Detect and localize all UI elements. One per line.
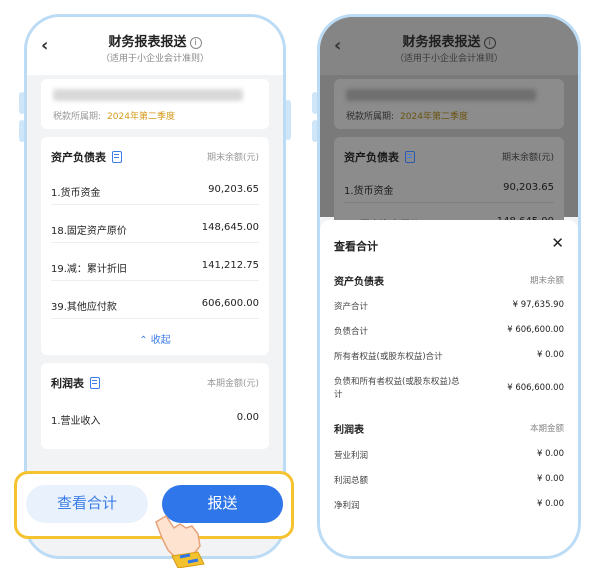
- row-label: 1.货币资金: [51, 188, 101, 199]
- list-item: 营业利润 ¥ 0.00: [334, 446, 564, 466]
- company-card: 税款所属期: 2024年第二季度: [41, 79, 269, 129]
- item-label: 营业利润: [334, 451, 369, 461]
- list-item: 净利润 ¥ 0.00: [334, 496, 564, 516]
- tax-period: 税款所属期: 2024年第二季度: [53, 109, 175, 122]
- dimmed-background[interactable]: ‹ 财务报表报送 i （适用于小企业会计准则） 税款所属期: 2024年第二季度 资…: [320, 17, 578, 237]
- item-value: ¥ 606,600.00: [507, 383, 564, 393]
- item-label: 资产合计: [334, 302, 369, 312]
- tax-period: 税款所属期: 2024年第二季度: [346, 109, 468, 122]
- page-subtitle: （适用于小企业会计准则）: [100, 54, 209, 64]
- balance-sheet-title-text: 资产负债表: [344, 151, 399, 164]
- row-label: 19.减：累计折旧: [51, 264, 127, 275]
- item-label: 负债和所有者权益(或股东权益)总计: [334, 377, 460, 400]
- phone-screen-right: ‹ 财务报表报送 i （适用于小企业会计准则） 税款所属期: 2024年第二季度 资…: [317, 14, 581, 559]
- table-row[interactable]: 19.减：累计折旧 141,212.75: [51, 251, 259, 281]
- item-value: ¥ 97,635.90: [512, 300, 564, 310]
- close-icon[interactable]: ✕: [551, 234, 564, 252]
- pointing-hand-icon: [155, 514, 205, 568]
- list-item: 负债合计 ¥ 606,600.00: [334, 322, 564, 342]
- tax-period-value: 2024年第二季度: [107, 112, 175, 122]
- balance-sheet-card: 资产负债表 期末余额(元) 1.货币资金 90,203.65 18.固定资产原价…: [334, 137, 564, 237]
- header: ‹ 财务报表报送 i （适用于小企业会计准则）: [27, 17, 283, 75]
- item-label: 负债合计: [334, 327, 369, 337]
- item-label: 所有者权益(或股东权益)合计: [334, 352, 443, 362]
- sheet-balance-title: 资产负债表: [334, 277, 384, 288]
- company-name-redacted: [53, 89, 243, 101]
- item-value: ¥ 0.00: [536, 350, 564, 360]
- page-title-text: 财务报表报送: [108, 35, 187, 50]
- row-value: 148,645.00: [201, 222, 259, 233]
- row-value: 141,212.75: [201, 260, 259, 271]
- item-value: ¥ 606,600.00: [507, 325, 564, 335]
- item-label: 净利润: [334, 501, 360, 511]
- income-statement-header: 利润表 本期金额(元): [51, 371, 259, 395]
- list-item: 负债和所有者权益(或股东权益)总计 ¥ 606,600.00: [334, 376, 564, 404]
- view-total-button[interactable]: 查看合计: [26, 485, 148, 523]
- sheet-title: 查看合计: [334, 240, 378, 253]
- balance-sheet-title-text: 资产负债表: [51, 151, 106, 164]
- sheet-income-column: 本期金额: [529, 424, 564, 434]
- table-row[interactable]: 1.货币资金 90,203.65: [51, 175, 259, 205]
- item-label: 利润总额: [334, 476, 369, 486]
- row-value: 606,600.00: [201, 298, 259, 309]
- balance-sheet-title: 资产负债表: [51, 149, 122, 165]
- company-card: 税款所属期: 2024年第二季度: [334, 79, 564, 129]
- income-statement-card: 利润表 本期金额(元) 1.营业收入 0.00: [41, 363, 269, 449]
- sheet-balance-column: 期末余额: [529, 276, 564, 286]
- tax-period-label: 税款所属期:: [53, 112, 102, 122]
- income-statement-title-text: 利润表: [51, 377, 84, 390]
- table-row[interactable]: 1.营业收入 0.00: [51, 403, 259, 433]
- totals-sheet: 查看合计 ✕ 资产负债表 期末余额 资产合计 ¥ 97,635.90 负债合计 …: [320, 220, 578, 556]
- income-statement-column: 本期金额(元): [206, 379, 259, 389]
- sheet-balance-header: 资产负债表 期末余额: [334, 270, 564, 290]
- page-title: 财务报表报送 i: [27, 31, 283, 50]
- row-value: 90,203.65: [208, 184, 259, 195]
- sheet-income-header: 利润表 本期金额: [334, 418, 564, 438]
- row-label: 1.营业收入: [51, 416, 101, 427]
- document-icon[interactable]: [90, 377, 100, 389]
- row-value: 0.00: [236, 412, 259, 423]
- item-value: ¥ 0.00: [536, 499, 564, 509]
- balance-sheet-title: 资产负债表: [344, 149, 415, 165]
- info-icon[interactable]: i: [189, 37, 202, 49]
- page-title: 财务报表报送 i: [320, 31, 578, 50]
- list-item: 所有者权益(或股东权益)合计 ¥ 0.00: [334, 347, 564, 367]
- sheet-income-title: 利润表: [334, 425, 364, 436]
- balance-sheet-column: 期末余额(元): [206, 153, 259, 163]
- balance-sheet-column: 期末余额(元): [501, 153, 554, 163]
- collapse-button[interactable]: ⌃ 收起: [41, 331, 269, 346]
- list-item: 利润总额 ¥ 0.00: [334, 471, 564, 491]
- item-value: ¥ 0.00: [536, 449, 564, 459]
- page-title-text: 财务报表报送: [402, 35, 481, 50]
- info-icon: i: [483, 37, 496, 49]
- document-icon[interactable]: [112, 151, 122, 163]
- row-label: 1.货币资金: [344, 186, 394, 197]
- document-icon: [405, 151, 415, 163]
- balance-sheet-card: 资产负债表 期末余额(元) 1.货币资金 90,203.65 18.固定资产原价…: [41, 137, 269, 355]
- balance-sheet-header: 资产负债表 期末余额(元): [51, 145, 259, 169]
- header: ‹ 财务报表报送 i （适用于小企业会计准则）: [320, 17, 578, 75]
- page-subtitle: （适用于小企业会计准则）: [394, 54, 503, 64]
- tax-period-value: 2024年第二季度: [400, 112, 468, 122]
- item-value: ¥ 0.00: [536, 474, 564, 484]
- list-item: 资产合计 ¥ 97,635.90: [334, 297, 564, 317]
- row-label: 39.其他应付款: [51, 302, 117, 313]
- table-row[interactable]: 18.固定资产原价 148,645.00: [51, 213, 259, 243]
- balance-sheet-header: 资产负债表 期末余额(元): [344, 145, 554, 169]
- table-row: 1.货币资金 90,203.65: [344, 173, 554, 203]
- tax-period-label: 税款所属期:: [346, 112, 395, 122]
- company-name-redacted: [346, 89, 536, 101]
- row-value: 90,203.65: [503, 182, 554, 193]
- table-row[interactable]: 39.其他应付款 606,600.00: [51, 289, 259, 319]
- income-statement-title: 利润表: [51, 375, 100, 391]
- row-label: 18.固定资产原价: [51, 226, 127, 237]
